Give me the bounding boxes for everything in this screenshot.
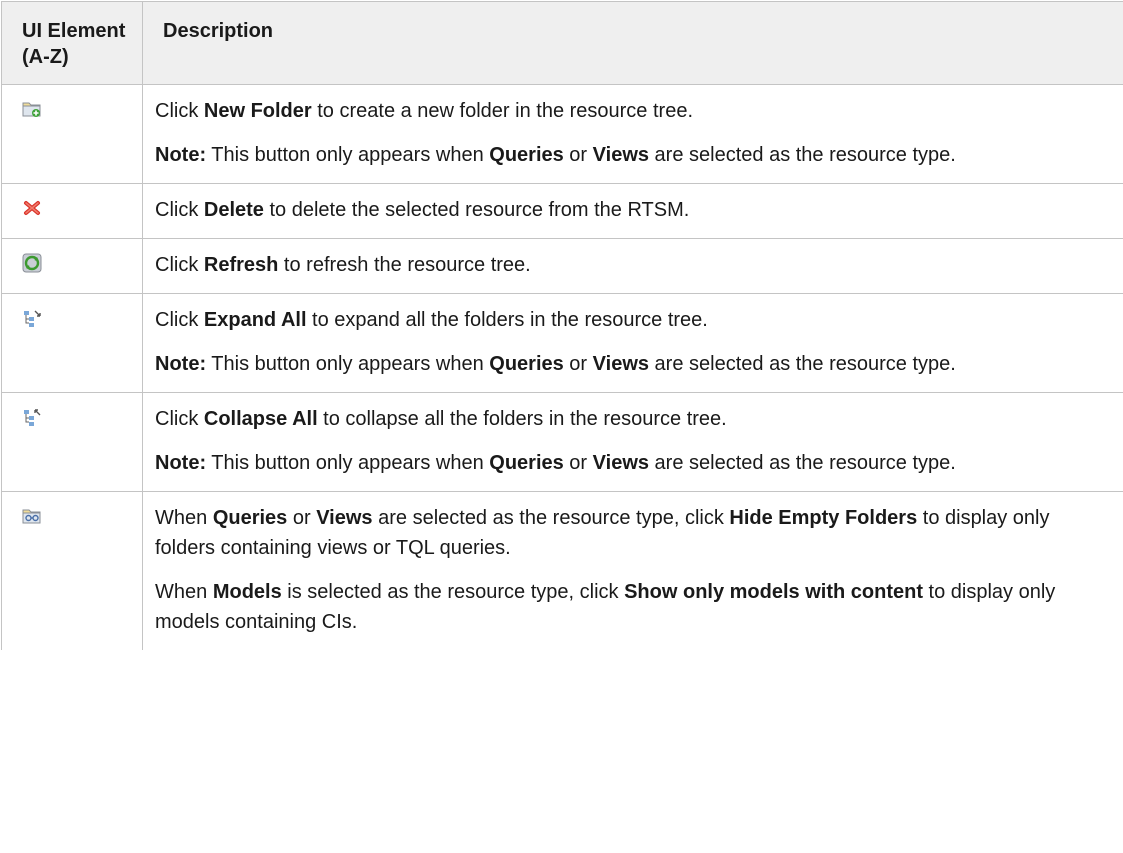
description-paragraph: Click Expand All to expand all the folde… [155, 305, 1093, 335]
bold-term: New Folder [203, 100, 312, 122]
new-folder-icon [22, 99, 42, 119]
ui-element-header-line1: UI Element [22, 20, 126, 42]
delete-icon [22, 198, 42, 218]
text-segment: to create a new folder in the resource t… [311, 100, 694, 122]
text-segment: are selected as the resource type. [649, 144, 956, 166]
text-segment: Click [155, 100, 204, 122]
table-row: Click New Folder to create a new folder … [1, 84, 1123, 184]
text-segment: Click [155, 199, 204, 221]
description-paragraph: Click New Folder to create a new folder … [155, 96, 1093, 126]
ui-element-cell [1, 238, 143, 294]
text-segment: When [155, 507, 213, 529]
text-segment: to expand all the folders in the resourc… [306, 309, 708, 331]
bold-term: Views [316, 507, 373, 529]
bold-term: Delete [203, 199, 264, 221]
text-segment: Click [155, 309, 204, 331]
table-row: Click Collapse All to collapse all the f… [1, 392, 1123, 492]
ui-element-cell [1, 84, 143, 184]
bold-term: Queries [489, 144, 564, 166]
bold-term: Views [592, 353, 649, 375]
ui-element-cell [1, 491, 143, 650]
bold-term: Collapse All [203, 408, 318, 430]
description-cell: Click Collapse All to collapse all the f… [142, 392, 1123, 492]
text-segment: is selected as the resource type, click [281, 581, 625, 603]
bold-term: Expand All [203, 309, 307, 331]
table-row: Click Expand All to expand all the folde… [1, 293, 1123, 393]
collapse-all-icon [22, 407, 42, 427]
text-segment: are selected as the resource type. [649, 353, 956, 375]
description-column-header: Description [142, 1, 1123, 85]
text-segment: This button only appears when [206, 353, 490, 375]
table-header-row: UI Element (A-Z) Description [1, 1, 1123, 85]
bold-term: Note: [155, 452, 207, 474]
table-row: Click Delete to delete the selected reso… [1, 183, 1123, 239]
description-paragraph: Click Collapse All to collapse all the f… [155, 404, 1093, 434]
bold-term: Views [592, 452, 649, 474]
text-segment: or [563, 452, 593, 474]
bold-term: Note: [155, 353, 207, 375]
text-segment: This button only appears when [206, 144, 490, 166]
ui-element-header-line2: (A-Z) [22, 46, 69, 68]
description-paragraph: Note: This button only appears when Quer… [155, 448, 1093, 478]
expand-all-icon [22, 308, 42, 328]
text-segment: to collapse all the folders in the resou… [317, 408, 727, 430]
table-row: Click Refresh to refresh the resource tr… [1, 238, 1123, 294]
text-segment: are selected as the resource type. [649, 452, 956, 474]
description-paragraph: When Models is selected as the resource … [155, 577, 1093, 637]
text-segment: or [287, 507, 317, 529]
hide-empty-folders-icon [22, 506, 42, 526]
ui-element-cell [1, 392, 143, 492]
text-segment: are selected as the resource type, click [372, 507, 730, 529]
description-paragraph: Note: This button only appears when Quer… [155, 349, 1093, 379]
text-segment: Click [155, 408, 204, 430]
bold-term: Models [212, 581, 282, 603]
bold-term: Show only models with content [624, 581, 923, 603]
bold-term: Queries [489, 353, 564, 375]
bold-term: Queries [212, 507, 288, 529]
ui-element-column-header: UI Element (A-Z) [1, 1, 143, 85]
text-segment: Click [155, 254, 204, 276]
text-segment: When [155, 581, 213, 603]
description-paragraph: When Queries or Views are selected as th… [155, 503, 1093, 563]
description-cell: Click Delete to delete the selected reso… [142, 183, 1123, 239]
description-cell: Click Refresh to refresh the resource tr… [142, 238, 1123, 294]
bold-term: Views [592, 144, 649, 166]
bold-term: Queries [489, 452, 564, 474]
text-segment: or [563, 353, 593, 375]
bold-term: Note: [155, 144, 207, 166]
refresh-icon [22, 253, 42, 273]
description-cell: When Queries or Views are selected as th… [142, 491, 1123, 650]
bold-term: Hide Empty Folders [729, 507, 918, 529]
text-segment: This button only appears when [206, 452, 490, 474]
text-segment: or [563, 144, 593, 166]
description-paragraph: Click Refresh to refresh the resource tr… [155, 250, 1093, 280]
description-paragraph: Note: This button only appears when Quer… [155, 140, 1093, 170]
bold-term: Refresh [203, 254, 279, 276]
ui-element-cell [1, 183, 143, 239]
description-cell: Click New Folder to create a new folder … [142, 84, 1123, 184]
ui-elements-table: UI Element (A-Z) Description Click New Fo… [1, 1, 1123, 650]
table-row: When Queries or Views are selected as th… [1, 491, 1123, 650]
description-paragraph: Click Delete to delete the selected reso… [155, 195, 1093, 225]
description-cell: Click Expand All to expand all the folde… [142, 293, 1123, 393]
text-segment: to refresh the resource tree. [278, 254, 531, 276]
ui-element-cell [1, 293, 143, 393]
text-segment: to delete the selected resource from the… [263, 199, 690, 221]
